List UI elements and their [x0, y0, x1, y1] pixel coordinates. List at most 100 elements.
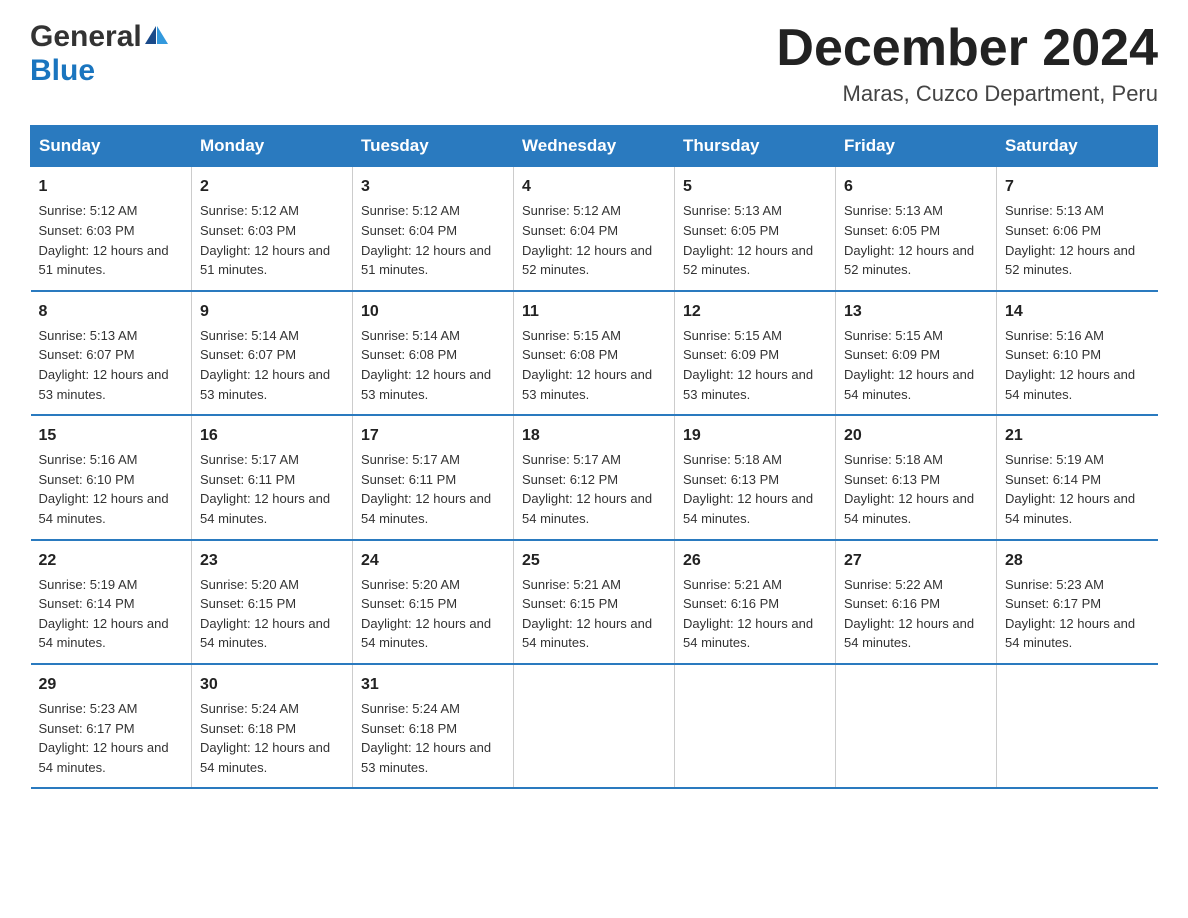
- calendar-header-row: Sunday Monday Tuesday Wednesday Thursday…: [31, 126, 1158, 167]
- calendar-cell: 15 Sunrise: 5:16 AMSunset: 6:10 PMDaylig…: [31, 415, 192, 539]
- calendar-cell: 24 Sunrise: 5:20 AMSunset: 6:15 PMDaylig…: [353, 540, 514, 664]
- day-info: Sunrise: 5:15 AMSunset: 6:08 PMDaylight:…: [522, 328, 652, 402]
- calendar-cell: 5 Sunrise: 5:13 AMSunset: 6:05 PMDayligh…: [675, 167, 836, 291]
- calendar-cell: 13 Sunrise: 5:15 AMSunset: 6:09 PMDaylig…: [836, 291, 997, 415]
- day-number: 12: [683, 300, 827, 323]
- calendar-cell: 10 Sunrise: 5:14 AMSunset: 6:08 PMDaylig…: [353, 291, 514, 415]
- col-saturday: Saturday: [997, 126, 1158, 167]
- calendar-week-row: 15 Sunrise: 5:16 AMSunset: 6:10 PMDaylig…: [31, 415, 1158, 539]
- day-number: 9: [200, 300, 344, 323]
- calendar-cell: 14 Sunrise: 5:16 AMSunset: 6:10 PMDaylig…: [997, 291, 1158, 415]
- location-title: Maras, Cuzco Department, Peru: [776, 81, 1158, 107]
- col-monday: Monday: [192, 126, 353, 167]
- calendar-cell: 9 Sunrise: 5:14 AMSunset: 6:07 PMDayligh…: [192, 291, 353, 415]
- day-info: Sunrise: 5:14 AMSunset: 6:07 PMDaylight:…: [200, 328, 330, 402]
- day-number: 11: [522, 300, 666, 323]
- calendar-cell: 6 Sunrise: 5:13 AMSunset: 6:05 PMDayligh…: [836, 167, 997, 291]
- day-info: Sunrise: 5:13 AMSunset: 6:07 PMDaylight:…: [39, 328, 169, 402]
- col-wednesday: Wednesday: [514, 126, 675, 167]
- day-info: Sunrise: 5:13 AMSunset: 6:05 PMDaylight:…: [844, 203, 974, 277]
- calendar-table: Sunday Monday Tuesday Wednesday Thursday…: [30, 125, 1158, 789]
- day-number: 30: [200, 673, 344, 696]
- day-number: 5: [683, 175, 827, 198]
- calendar-cell: 22 Sunrise: 5:19 AMSunset: 6:14 PMDaylig…: [31, 540, 192, 664]
- day-info: Sunrise: 5:12 AMSunset: 6:04 PMDaylight:…: [522, 203, 652, 277]
- calendar-cell: [836, 664, 997, 788]
- day-number: 16: [200, 424, 344, 447]
- calendar-cell: 26 Sunrise: 5:21 AMSunset: 6:16 PMDaylig…: [675, 540, 836, 664]
- calendar-cell: 23 Sunrise: 5:20 AMSunset: 6:15 PMDaylig…: [192, 540, 353, 664]
- calendar-cell: 7 Sunrise: 5:13 AMSunset: 6:06 PMDayligh…: [997, 167, 1158, 291]
- day-number: 10: [361, 300, 505, 323]
- day-number: 19: [683, 424, 827, 447]
- logo-triangle-dark: [145, 26, 156, 44]
- day-info: Sunrise: 5:23 AMSunset: 6:17 PMDaylight:…: [1005, 577, 1135, 651]
- day-number: 29: [39, 673, 184, 696]
- day-number: 2: [200, 175, 344, 198]
- day-number: 25: [522, 549, 666, 572]
- page-header: General Blue December 2024 Maras, Cuzco …: [30, 20, 1158, 107]
- day-info: Sunrise: 5:17 AMSunset: 6:11 PMDaylight:…: [200, 452, 330, 526]
- day-number: 26: [683, 549, 827, 572]
- day-info: Sunrise: 5:16 AMSunset: 6:10 PMDaylight:…: [1005, 328, 1135, 402]
- month-title: December 2024: [776, 20, 1158, 77]
- day-number: 14: [1005, 300, 1150, 323]
- day-number: 17: [361, 424, 505, 447]
- calendar-week-row: 1 Sunrise: 5:12 AMSunset: 6:03 PMDayligh…: [31, 167, 1158, 291]
- day-number: 27: [844, 549, 988, 572]
- day-info: Sunrise: 5:18 AMSunset: 6:13 PMDaylight:…: [683, 452, 813, 526]
- day-number: 4: [522, 175, 666, 198]
- day-number: 7: [1005, 175, 1150, 198]
- calendar-cell: 31 Sunrise: 5:24 AMSunset: 6:18 PMDaylig…: [353, 664, 514, 788]
- logo-triangle-light: [157, 26, 168, 44]
- day-number: 8: [39, 300, 184, 323]
- calendar-cell: 12 Sunrise: 5:15 AMSunset: 6:09 PMDaylig…: [675, 291, 836, 415]
- calendar-cell: 19 Sunrise: 5:18 AMSunset: 6:13 PMDaylig…: [675, 415, 836, 539]
- calendar-week-row: 22 Sunrise: 5:19 AMSunset: 6:14 PMDaylig…: [31, 540, 1158, 664]
- calendar-cell: 21 Sunrise: 5:19 AMSunset: 6:14 PMDaylig…: [997, 415, 1158, 539]
- day-info: Sunrise: 5:15 AMSunset: 6:09 PMDaylight:…: [683, 328, 813, 402]
- day-info: Sunrise: 5:20 AMSunset: 6:15 PMDaylight:…: [200, 577, 330, 651]
- day-number: 6: [844, 175, 988, 198]
- day-number: 23: [200, 549, 344, 572]
- day-number: 28: [1005, 549, 1150, 572]
- day-info: Sunrise: 5:12 AMSunset: 6:03 PMDaylight:…: [39, 203, 169, 277]
- day-info: Sunrise: 5:18 AMSunset: 6:13 PMDaylight:…: [844, 452, 974, 526]
- calendar-week-row: 29 Sunrise: 5:23 AMSunset: 6:17 PMDaylig…: [31, 664, 1158, 788]
- day-info: Sunrise: 5:24 AMSunset: 6:18 PMDaylight:…: [200, 701, 330, 775]
- day-number: 1: [39, 175, 184, 198]
- day-info: Sunrise: 5:23 AMSunset: 6:17 PMDaylight:…: [39, 701, 169, 775]
- calendar-cell: 11 Sunrise: 5:15 AMSunset: 6:08 PMDaylig…: [514, 291, 675, 415]
- day-info: Sunrise: 5:17 AMSunset: 6:12 PMDaylight:…: [522, 452, 652, 526]
- calendar-cell: 18 Sunrise: 5:17 AMSunset: 6:12 PMDaylig…: [514, 415, 675, 539]
- calendar-cell: 1 Sunrise: 5:12 AMSunset: 6:03 PMDayligh…: [31, 167, 192, 291]
- day-number: 21: [1005, 424, 1150, 447]
- calendar-cell: 3 Sunrise: 5:12 AMSunset: 6:04 PMDayligh…: [353, 167, 514, 291]
- calendar-cell: [997, 664, 1158, 788]
- day-info: Sunrise: 5:12 AMSunset: 6:03 PMDaylight:…: [200, 203, 330, 277]
- col-thursday: Thursday: [675, 126, 836, 167]
- logo-blue-text: Blue: [30, 54, 95, 88]
- day-number: 18: [522, 424, 666, 447]
- day-number: 20: [844, 424, 988, 447]
- calendar-cell: 8 Sunrise: 5:13 AMSunset: 6:07 PMDayligh…: [31, 291, 192, 415]
- day-info: Sunrise: 5:16 AMSunset: 6:10 PMDaylight:…: [39, 452, 169, 526]
- calendar-cell: 27 Sunrise: 5:22 AMSunset: 6:16 PMDaylig…: [836, 540, 997, 664]
- day-info: Sunrise: 5:19 AMSunset: 6:14 PMDaylight:…: [39, 577, 169, 651]
- day-info: Sunrise: 5:15 AMSunset: 6:09 PMDaylight:…: [844, 328, 974, 402]
- calendar-cell: 2 Sunrise: 5:12 AMSunset: 6:03 PMDayligh…: [192, 167, 353, 291]
- logo-general-text: General: [30, 20, 142, 54]
- calendar-cell: 20 Sunrise: 5:18 AMSunset: 6:13 PMDaylig…: [836, 415, 997, 539]
- day-info: Sunrise: 5:17 AMSunset: 6:11 PMDaylight:…: [361, 452, 491, 526]
- day-number: 24: [361, 549, 505, 572]
- col-tuesday: Tuesday: [353, 126, 514, 167]
- col-sunday: Sunday: [31, 126, 192, 167]
- calendar-cell: 29 Sunrise: 5:23 AMSunset: 6:17 PMDaylig…: [31, 664, 192, 788]
- day-info: Sunrise: 5:14 AMSunset: 6:08 PMDaylight:…: [361, 328, 491, 402]
- day-info: Sunrise: 5:20 AMSunset: 6:15 PMDaylight:…: [361, 577, 491, 651]
- calendar-cell: 30 Sunrise: 5:24 AMSunset: 6:18 PMDaylig…: [192, 664, 353, 788]
- calendar-cell: 17 Sunrise: 5:17 AMSunset: 6:11 PMDaylig…: [353, 415, 514, 539]
- day-info: Sunrise: 5:13 AMSunset: 6:06 PMDaylight:…: [1005, 203, 1135, 277]
- title-block: December 2024 Maras, Cuzco Department, P…: [776, 20, 1158, 107]
- calendar-cell: 4 Sunrise: 5:12 AMSunset: 6:04 PMDayligh…: [514, 167, 675, 291]
